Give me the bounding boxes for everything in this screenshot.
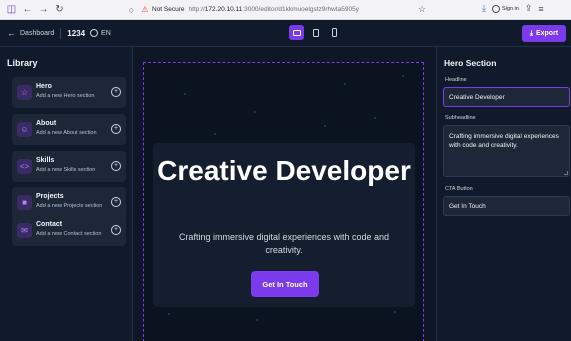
url-text[interactable]: http://172.20.10.11:3000/editor/d1kkmuoe… — [189, 6, 359, 13]
download-icon[interactable]: ⤓ — [482, 3, 486, 14]
back-arrow-icon[interactable]: ← — [21, 3, 34, 16]
plus-circle-icon[interactable]: + — [111, 161, 121, 171]
arrow-left-icon: ← — [7, 28, 16, 38]
library-title: Library — [7, 58, 38, 68]
device-switcher — [289, 25, 342, 40]
library-item-hero[interactable]: ☆ Hero Add a new Hero section + — [12, 77, 126, 108]
background-particle — [402, 75, 404, 77]
phone-icon — [332, 28, 337, 37]
background-particle — [374, 117, 376, 119]
browser-toolbar: ◫ ← → ↻ ○ ⚠ Not Secure http://172.20.10.… — [0, 0, 571, 20]
tablet-view-button[interactable] — [308, 25, 323, 40]
headline-input[interactable]: Creative Developer — [443, 87, 570, 107]
library-item-desc: Add a new Projects section — [36, 203, 103, 209]
library-item-projects[interactable]: ■ Projects Add a new Projects section + — [12, 187, 126, 218]
library-item-name: Skills — [36, 157, 55, 164]
language-selector[interactable]: EN — [90, 29, 111, 37]
editor-canvas: Creative Developer Crafting immersive di… — [133, 47, 436, 341]
library-sidebar: Library ☆ Hero Add a new Hero section + … — [0, 47, 133, 341]
share-icon[interactable]: ⇪ — [525, 3, 533, 14]
panel-title: Hero Section — [444, 58, 497, 68]
hero-content-card: Creative Developer Crafting immersive di… — [153, 143, 415, 307]
library-item-desc: Add a new About section — [36, 130, 97, 136]
library-item-name: Hero — [36, 83, 52, 90]
globe-icon — [90, 29, 99, 37]
back-to-dashboard-link[interactable]: ← Dashboard — [7, 28, 54, 38]
plus-circle-icon[interactable]: + — [111, 124, 121, 134]
star-icon: ☆ — [17, 85, 32, 100]
plus-circle-icon[interactable]: + — [111, 197, 121, 207]
hero-headline: Creative Developer — [157, 155, 411, 186]
briefcase-icon: ■ — [17, 195, 32, 210]
export-button[interactable]: ⤓ Export — [522, 25, 566, 42]
library-item-name: Contact — [36, 221, 63, 228]
library-item-contact[interactable]: ✉ Contact Add a new Contact section + — [12, 215, 126, 246]
subheadline-label: Subheadline — [445, 115, 476, 121]
library-item-skills[interactable]: <> Skills Add a new Skills section + — [12, 151, 126, 182]
library-item-name: Projects — [36, 193, 64, 200]
cta-label: CTA Button — [445, 186, 473, 192]
plus-circle-icon[interactable]: + — [111, 225, 121, 235]
hero-subheadline: Crafting immersive digital experiences w… — [178, 232, 390, 255]
address-bar[interactable]: ○ ⚠ Not Secure http://172.20.10.11:3000/… — [126, 2, 516, 17]
background-particle — [214, 133, 216, 135]
background-particle — [394, 311, 396, 313]
project-id: 1234 — [67, 28, 86, 38]
mobile-view-button[interactable] — [327, 25, 342, 40]
background-particle — [344, 83, 346, 85]
library-item-desc: Add a new Contact section — [36, 231, 102, 237]
user-icon: ☺ — [17, 122, 32, 137]
tabs-icon[interactable]: ◫ — [5, 3, 18, 16]
headline-label: Headline — [445, 77, 467, 83]
monitor-icon — [292, 29, 301, 36]
reload-icon[interactable]: ↻ — [53, 3, 66, 16]
background-particle — [256, 319, 258, 321]
mail-icon: ✉ — [17, 223, 32, 238]
hero-cta-button[interactable]: Get In Touch — [251, 271, 319, 297]
library-item-about[interactable]: ☺ About Add a new About section + — [12, 114, 126, 145]
plus-circle-icon[interactable]: + — [111, 87, 121, 97]
sign-in-button[interactable]: Sign in — [491, 4, 519, 13]
not-secure-label: Not Secure — [152, 6, 185, 13]
background-particle — [254, 111, 256, 113]
menu-icon[interactable]: ≡ — [538, 4, 543, 14]
account-icon — [491, 4, 500, 13]
background-particle — [324, 125, 326, 127]
background-particle — [168, 313, 170, 315]
download-icon: ⤓ — [529, 29, 533, 37]
divider — [60, 27, 62, 39]
bookmark-star-icon[interactable]: ☆ — [418, 4, 426, 15]
cta-input[interactable]: Get In Touch — [443, 196, 570, 216]
insecure-lock-icon: ⚠ — [141, 5, 149, 14]
code-icon: <> — [17, 159, 32, 174]
forward-arrow-icon[interactable]: → — [37, 3, 50, 16]
app-header: ← Dashboard 1234 EN ⤓ Export — [0, 20, 571, 47]
library-item-desc: Add a new Skills section — [36, 167, 96, 173]
subheadline-textarea[interactable]: Crafting immersive digital experiences w… — [443, 125, 570, 177]
library-item-name: About — [36, 120, 57, 127]
properties-panel: Hero Section Headline Creative Developer… — [436, 47, 571, 341]
background-particle — [184, 93, 186, 95]
resize-handle-icon[interactable] — [564, 171, 568, 175]
library-item-desc: Add a new Hero section — [36, 93, 95, 99]
tablet-icon — [312, 28, 319, 37]
desktop-view-button[interactable] — [289, 25, 304, 40]
shield-icon[interactable]: ○ — [126, 4, 137, 15]
hero-section-frame[interactable]: Creative Developer Crafting immersive di… — [143, 62, 424, 341]
